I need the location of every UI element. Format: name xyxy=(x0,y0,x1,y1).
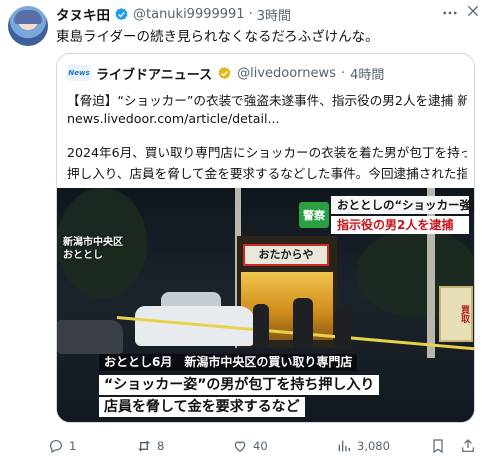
repost-count: 8 xyxy=(157,439,165,453)
news-image[interactable]: おたからや 買取 警察 おととしの“ショッカー強盗” 指示役の男2人を逮捕 新潟… xyxy=(57,188,474,422)
share-icon xyxy=(462,439,474,452)
quoted-author-name[interactable]: ライブドアニュース xyxy=(96,64,212,83)
quoted-body-line: 2024年6月、買い取り専門店にショッカーの衣装を着た男が包丁を持って xyxy=(67,145,467,160)
quoted-header: News ライブドアニュース @livedoornews · 4時間 xyxy=(67,63,384,83)
verified-badge-icon xyxy=(115,7,128,20)
verified-org-badge-icon xyxy=(218,66,231,79)
location-city: 新潟市中央区 xyxy=(63,237,123,248)
person-silhouette xyxy=(253,304,269,348)
tweet-header: タヌキ田 @tanuki9999991 · 3時間 xyxy=(56,4,291,25)
share-button[interactable] xyxy=(460,436,476,456)
police-badge: 警察 xyxy=(299,202,329,228)
views-chart-icon xyxy=(338,440,350,452)
bookmark-icon xyxy=(433,439,443,454)
views-count: 3,080 xyxy=(357,439,390,453)
image-headline-bottom: 指示役の男2人を逮捕 xyxy=(331,216,469,234)
more-options-icon[interactable] xyxy=(440,4,460,22)
location-label: 新潟市中央区 おととし xyxy=(63,236,123,262)
like-count: 40 xyxy=(253,439,268,453)
person-silhouette xyxy=(335,306,351,350)
quoted-avatar-logo[interactable]: News xyxy=(67,65,91,81)
roadside-sign: 買取 xyxy=(439,286,473,342)
quoted-tweet[interactable]: News ライブドアニュース @livedoornews · 4時間 【脅迫】“… xyxy=(56,53,475,423)
quoted-separator: · xyxy=(340,65,346,81)
caption-bottom: 店員を脅して金を要求するなど xyxy=(99,397,305,417)
separator-dot: · xyxy=(248,6,253,22)
caption-middle: “ショッカー姿”の男が包丁を持ち押し入り xyxy=(99,375,380,395)
avatar[interactable] xyxy=(8,6,48,46)
parked-car xyxy=(57,320,123,354)
person-silhouette xyxy=(293,298,313,348)
quoted-headline: 【脅迫】“ショッカー”の衣装で強盗未遂事件、指示役の男2人を逮捕 新潟 xyxy=(67,93,467,108)
author-handle[interactable]: @tanuki9999991 xyxy=(133,7,245,22)
location-time: おととし xyxy=(63,250,103,261)
repost-icon xyxy=(138,440,150,452)
quoted-body-line: 押し入り、店員を脅して金を要求するなどした事件。今回逮捕された指... xyxy=(67,166,467,181)
quoted-handle[interactable]: @livedoornews xyxy=(237,66,336,81)
action-bar: 1 8 40 3,080 xyxy=(48,436,478,456)
views-button[interactable]: 3,080 xyxy=(336,436,390,456)
repost-button[interactable]: 8 xyxy=(136,436,164,456)
author-name[interactable]: タヌキ田 xyxy=(56,4,110,24)
image-headline-top: おととしの“ショッカー強盗” xyxy=(331,196,474,214)
tweet-text: 東島ライダーの続き見られなくなるだろふざけんな。 xyxy=(56,29,379,45)
quoted-link[interactable]: news.livedoor.com/article/detail... xyxy=(67,111,467,126)
reply-count: 1 xyxy=(69,439,77,453)
reply-icon xyxy=(50,440,62,454)
bookmark-button[interactable] xyxy=(430,436,446,456)
caption-top: おととし6月 新潟市中央区の買い取り専門店 xyxy=(99,354,358,371)
tweet[interactable]: タヌキ田 @tanuki9999991 · 3時間 東島ライダーの続き見られなく… xyxy=(0,0,485,459)
shop-sign: おたからや xyxy=(243,244,329,266)
heart-icon xyxy=(234,441,246,453)
quoted-time[interactable]: 4時間 xyxy=(350,64,384,83)
like-button[interactable]: 40 xyxy=(232,436,268,456)
reply-button[interactable]: 1 xyxy=(48,436,76,456)
close-icon[interactable] xyxy=(464,3,482,21)
tweet-time[interactable]: 3時間 xyxy=(257,5,291,24)
